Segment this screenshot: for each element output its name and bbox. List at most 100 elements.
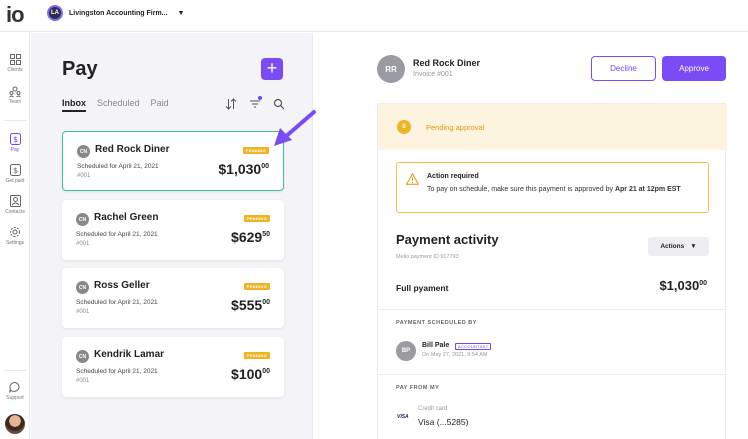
caret-down-icon: ▼	[177, 9, 185, 17]
card-vendor-name: Kendrik Lamar	[94, 349, 165, 360]
filter-active-dot	[258, 96, 262, 100]
card-invoice: #001	[76, 309, 90, 315]
org-avatar: LA	[47, 5, 63, 21]
card-amount-cents: 00	[262, 368, 270, 375]
card-schedule: Scheduled for April 21, 2021	[76, 299, 158, 306]
team-icon	[9, 86, 21, 97]
full-amount-cents: 00	[699, 280, 707, 287]
card-amount: $62950	[231, 229, 270, 245]
nav-item-clients[interactable]: Clients	[0, 54, 30, 73]
divider	[378, 374, 727, 375]
card-avatar: CN	[77, 145, 90, 158]
scheduled-date: On May 27, 2021, 9:54 AM	[422, 352, 488, 358]
payment-card[interactable]: CN Rachel Green PENDING Scheduled for Ap…	[62, 200, 284, 260]
status-badge: PENDING	[243, 215, 270, 222]
payment-card[interactable]: CN Kendrik Lamar PENDING Scheduled for A…	[62, 337, 284, 397]
nav-label-clients: Clients	[7, 67, 23, 73]
decline-button[interactable]: Decline	[591, 56, 656, 81]
activity-title: Payment activity	[396, 232, 499, 247]
card-schedule: Scheduled for April 21, 2021	[76, 368, 158, 375]
actions-label: Actions	[660, 243, 685, 250]
card-amount-main: $100	[231, 366, 263, 382]
nav-item-get-paid[interactable]: $ Get paid	[0, 164, 30, 184]
card-avatar: CN	[76, 281, 89, 294]
visa-icon: VISA	[397, 414, 409, 420]
card-type-label: Credit card	[418, 406, 448, 412]
card-avatar: CN	[76, 213, 89, 226]
full-payment-amount: $1,03000	[659, 278, 707, 293]
caret-down-icon: ▼	[690, 243, 697, 250]
user-avatar[interactable]	[5, 414, 25, 434]
status-badge: PENDING	[242, 147, 269, 154]
tab-paid[interactable]: Paid	[151, 98, 169, 112]
action-required-box: Action required To pay on schedule, make…	[396, 162, 709, 213]
nav-label-get-paid: Get paid	[5, 178, 25, 184]
status-badge: PENDING	[243, 352, 270, 359]
card-amount: $10000	[231, 366, 270, 382]
card-amount: $55500	[231, 297, 270, 313]
add-payment-button[interactable]: +	[261, 58, 283, 80]
pointer-arrow-icon	[274, 110, 316, 146]
nav-item-pay[interactable]: $ Pay	[0, 133, 30, 153]
svg-text:$: $	[12, 135, 17, 144]
action-title: Action required	[427, 173, 479, 180]
nav-item-contacts[interactable]: Contacts	[0, 195, 30, 215]
org-name: Livingston Accounting Firm...	[69, 9, 168, 17]
status-badge: PENDING	[243, 283, 270, 290]
scheduler-name: Bill Pale	[422, 342, 450, 349]
full-payment-label: Full pyament	[396, 283, 449, 293]
card-amount-cents: 50	[262, 231, 270, 238]
contacts-icon	[9, 195, 21, 207]
scheduled-by-label: PAYMENT SCHEDULED BY	[396, 320, 477, 326]
org-switcher[interactable]: LA Livingston Accounting Firm... ▼	[47, 5, 184, 21]
nav-divider	[4, 120, 26, 121]
card-amount-cents: 00	[262, 299, 270, 306]
card-value: Visa (...5285)	[418, 417, 469, 427]
approve-button[interactable]: Approve	[662, 56, 726, 81]
action-body-text: To pay on schedule, make sure this payme…	[427, 186, 615, 193]
get-paid-icon: $	[9, 164, 21, 176]
action-deadline: Apr 21 at 12pm EST	[614, 186, 681, 193]
scheduler-avatar: BP	[396, 341, 416, 361]
payment-id: Melio payment ID 917793	[396, 254, 459, 260]
card-amount-main: $1,030	[218, 161, 262, 177]
card-schedule: Scheduled for April 21, 2021	[76, 231, 158, 238]
warning-icon	[406, 173, 419, 185]
actions-dropdown[interactable]: Actions ▼	[648, 237, 709, 256]
payment-card[interactable]: CN Red Rock Diner PENDING Scheduled for …	[62, 131, 284, 191]
page-title: Pay	[62, 58, 98, 80]
card-amount-main: $555	[231, 297, 263, 313]
nav-item-support[interactable]: Support	[0, 382, 30, 401]
pay-from-label: PAY FROM MY	[396, 385, 440, 391]
payment-detail: II Pending approval Action required To p…	[377, 103, 727, 439]
divider	[378, 309, 727, 310]
nav-label-support: Support	[6, 395, 24, 401]
payment-card[interactable]: CN Ross Geller PENDING Scheduled for Apr…	[62, 268, 284, 328]
left-nav: Clients Team $ Pay $ Get paid Contacts S…	[0, 32, 30, 439]
status-banner: II Pending approval	[378, 104, 727, 150]
card-amount-main: $629	[231, 229, 263, 245]
nav-label-settings: Settings	[5, 240, 25, 246]
status-text: Pending approval	[426, 123, 485, 132]
full-amount-main: $1,030	[659, 278, 700, 293]
nav-item-settings[interactable]: Settings	[0, 226, 30, 246]
action-body: To pay on schedule, make sure this payme…	[427, 184, 707, 195]
nav-label-pay: Pay	[10, 147, 20, 153]
tab-inbox[interactable]: Inbox	[62, 98, 86, 112]
sort-icon[interactable]	[225, 97, 237, 110]
pay-tabs: Inbox Scheduled Paid	[62, 98, 169, 112]
role-badge: ACCOUNTANT	[455, 343, 492, 350]
card-amount: $1,03000	[218, 161, 269, 177]
nav-label-team: Team	[8, 99, 22, 105]
vendor-avatar: RR	[377, 55, 405, 83]
pay-icon: $	[9, 133, 21, 145]
nav-item-team[interactable]: Team	[0, 86, 30, 105]
tab-scheduled[interactable]: Scheduled	[97, 98, 140, 112]
nav-divider	[4, 370, 26, 371]
card-vendor-name: Rachel Green	[94, 212, 159, 223]
card-avatar: CN	[76, 350, 89, 363]
filter-icon[interactable]	[249, 96, 262, 109]
app-logo[interactable]: io	[6, 2, 25, 28]
card-vendor-name: Ross Geller	[94, 280, 150, 291]
top-bar: io LA Livingston Accounting Firm... ▼	[0, 0, 748, 32]
